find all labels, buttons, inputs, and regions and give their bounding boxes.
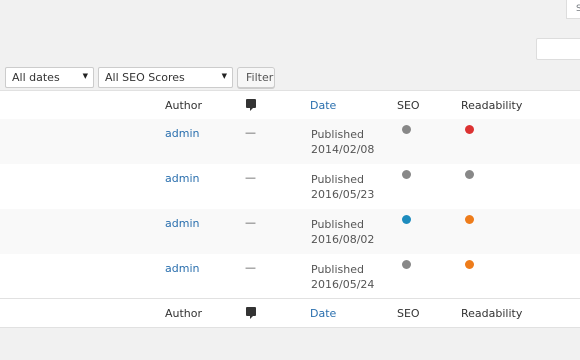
chevron-down-icon: ▼ [221,72,227,80]
date-filter-select[interactable]: All dates ▼ [5,67,94,88]
seo-score-dot [402,170,411,179]
comment-count: — [245,216,256,229]
comment-bubble-icon[interactable] [246,99,256,111]
table-row: admin — Published 2016/05/23 [0,164,580,209]
post-status: Published [311,173,364,186]
comment-count: — [245,171,256,184]
readability-score-dot [465,170,474,179]
comment-count: — [245,261,256,274]
column-author: Author [165,307,203,320]
post-date: Published 2016/05/23 [311,172,374,202]
readability-score-dot [465,260,474,269]
table-header: Author Date SEO Readability [0,91,580,120]
seo-filter-label: All SEO Scores [105,71,185,84]
column-author: Author [165,99,203,112]
column-seo[interactable]: SEO [397,307,420,320]
readability-score-dot [465,125,474,134]
post-status: Published [311,128,364,141]
seo-score-filter-select[interactable]: All SEO Scores ▼ [98,67,233,88]
post-date: Published 2016/05/24 [311,262,374,292]
author-link[interactable]: admin [165,262,199,275]
comment-bubble-icon[interactable] [246,307,256,319]
column-seo[interactable]: SEO [397,99,420,112]
screen-options-label: S [576,4,580,14]
filter-button[interactable]: Filter [237,67,275,88]
column-date-sort-link[interactable]: Date [310,99,336,112]
screen-options-button[interactable]: S [566,0,580,19]
post-status: Published [311,218,364,231]
seo-score-dot [402,125,411,134]
author-link[interactable]: admin [165,127,199,140]
column-readability[interactable]: Readability [461,307,522,320]
posts-table: Author Date SEO Readability admin — Publ… [0,90,580,328]
seo-score-dot [402,215,411,224]
author-link[interactable]: admin [165,172,199,185]
table-row: admin — Published 2016/08/02 [0,209,580,254]
comment-count: — [245,126,256,139]
search-input[interactable] [536,38,580,60]
table-row: admin — Published 2014/02/08 [0,119,580,164]
table-row: admin — Published 2016/05/24 [0,254,580,299]
post-date: Published 2016/08/02 [311,217,374,247]
filter-button-label: Filter [246,71,274,84]
post-date: Published 2014/02/08 [311,127,374,157]
post-date-value: 2014/02/08 [311,143,375,156]
post-date-value: 2016/08/02 [311,233,375,246]
column-readability[interactable]: Readability [461,99,522,112]
date-filter-label: All dates [12,71,60,84]
chevron-down-icon: ▼ [82,72,88,80]
post-date-value: 2016/05/23 [311,188,375,201]
author-link[interactable]: admin [165,217,199,230]
readability-score-dot [465,215,474,224]
post-status: Published [311,263,364,276]
table-footer: Author Date SEO Readability [0,298,580,327]
post-date-value: 2016/05/24 [311,278,375,291]
column-date-sort-link[interactable]: Date [310,307,336,320]
seo-score-dot [402,260,411,269]
